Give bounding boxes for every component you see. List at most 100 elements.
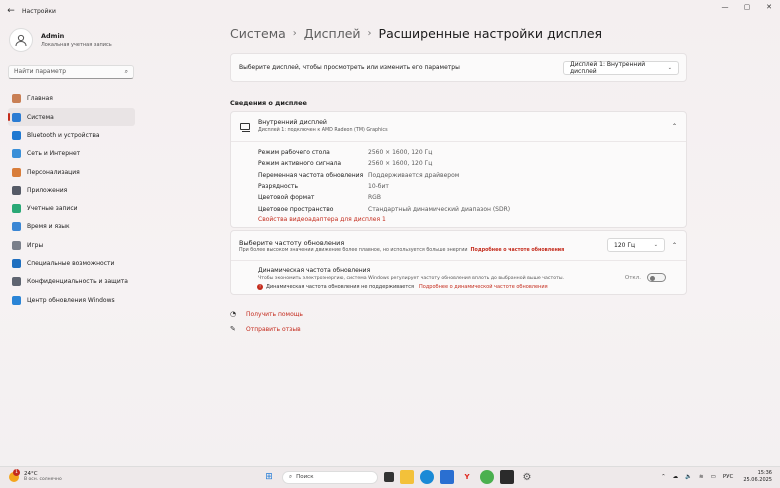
yandex-icon[interactable]: Y (460, 470, 474, 484)
edge-icon[interactable] (420, 470, 434, 484)
property-key: Режим активного сигнала (258, 160, 342, 168)
breadcrumb-separator: › (292, 28, 297, 39)
display-dropdown[interactable]: Дисплей 1: Внутренний дисплей ⌄ (563, 61, 679, 75)
help-icon: ◔ (230, 310, 237, 318)
weather-desc: В осн. солнечно (24, 477, 62, 482)
chevron-up-icon[interactable]: ⌃ (672, 123, 677, 130)
weather-widget[interactable]: 1 24°C В осн. солнечно (9, 468, 62, 482)
title-bar: ← Настройки — ▢ ✕ (0, 0, 780, 22)
get-help-link[interactable]: ◔ Получить помощь (230, 310, 303, 318)
back-arrow-icon[interactable]: ← (0, 6, 22, 16)
taskbar-search-label: Поиск (296, 474, 314, 480)
section-title: Сведения о дисплее (230, 99, 307, 107)
display-properties: Режим рабочего стола 2560 × 1600, 120 Гц Р… (258, 147, 510, 215)
refresh-rate-desc-text: При более высоком значении движение боле… (239, 248, 468, 253)
window-controls: — ▢ ✕ (714, 0, 780, 14)
settings-search-input[interactable]: Найти параметр ⌕ (8, 65, 134, 79)
breadcrumb-display[interactable]: Дисплей (304, 26, 361, 41)
breadcrumb-system[interactable]: Система (230, 26, 286, 41)
clock-time: 15:36 (757, 470, 772, 476)
property-key: Цветовой формат (258, 194, 315, 202)
toggle-state-label: Откл. (624, 274, 641, 281)
sidebar-item-3[interactable]: Сеть и Интернет (8, 145, 135, 163)
sidebar-item-9[interactable]: Специальные возможности (8, 255, 135, 273)
close-button[interactable]: ✕ (758, 0, 780, 14)
sidebar-item-label: Персонализация (27, 168, 80, 176)
wifi-icon[interactable]: ≋ (699, 474, 704, 480)
clock-date: 25.06.2025 (743, 477, 772, 483)
property-key: Переменная частота обновления (258, 171, 364, 179)
property-value: RGB (368, 194, 381, 202)
adapter-properties-link[interactable]: Свойства видеоадаптера для дисплея 1 (258, 216, 386, 223)
sidebar-item-8[interactable]: Игры (8, 236, 135, 254)
sidebar-item-5[interactable]: Приложения (8, 181, 135, 199)
feedback-icon: ✎ (230, 325, 236, 333)
error-icon: ! (257, 284, 263, 290)
minimize-button[interactable]: — (714, 0, 736, 14)
dynamic-refresh-section: Динамическая частота обновления Чтобы эк… (257, 267, 564, 290)
dynamic-refresh-title: Динамическая частота обновления (258, 267, 371, 274)
dynamic-refresh-toggle-wrap: Откл. (625, 273, 666, 282)
property-row: Режим активного сигнала 2560 × 1600, 120 … (258, 158, 510, 169)
file-explorer-icon[interactable] (400, 470, 414, 484)
refresh-rate-link[interactable]: Подробнее о частоте обновления (471, 248, 565, 253)
sidebar-item-0[interactable]: Главная (8, 90, 135, 108)
send-feedback-label: Отправить отзыв (246, 325, 301, 333)
get-help-label: Получить помощь (246, 310, 303, 318)
taskbar: 1 24°C В осн. солнечно ⊞ ⌕ Поиск Y ⚙ ⌃ ☁ … (0, 466, 780, 488)
dynamic-refresh-link[interactable]: Подробнее о динамической частоте обновле… (419, 284, 548, 290)
task-view-icon[interactable] (384, 472, 394, 482)
sidebar-item-label: Специальные возможности (27, 260, 115, 268)
taskbar-apps: ⊞ ⌕ Поиск Y ⚙ (262, 470, 540, 484)
display-info-header[interactable]: Внутренний дисплей Дисплей 1: подключен … (231, 112, 686, 142)
sidebar-item-7[interactable]: Время и язык (8, 218, 135, 236)
battery-icon[interactable]: ▭ (711, 474, 716, 480)
avatar (9, 28, 33, 52)
settings-window: ← Настройки — ▢ ✕ Admin Локальная учетна… (0, 0, 780, 466)
home-icon (12, 94, 21, 104)
property-row: Разрядность 10-бит (258, 181, 510, 192)
start-icon[interactable]: ⊞ (262, 470, 276, 484)
send-feedback-link[interactable]: ✎ Отправить отзыв (230, 325, 301, 333)
property-value: Стандартный динамический диапазон (SDR) (368, 205, 511, 213)
terminal-icon[interactable] (500, 470, 514, 484)
chevron-up-icon[interactable]: ⌃ (672, 242, 677, 249)
property-key: Разрядность (258, 183, 298, 191)
property-row: Цветовое пространство Стандартный динамич… (258, 203, 510, 214)
sidebar-item-4[interactable]: Персонализация (8, 163, 135, 181)
property-row: Режим рабочего стола 2560 × 1600, 120 Гц (258, 147, 510, 158)
sidebar-item-label: Система (27, 113, 54, 121)
breadcrumb-separator: › (367, 28, 372, 39)
user-name: Admin (41, 32, 65, 40)
accounts-icon (12, 204, 21, 214)
property-value: Поддерживается драйвером (368, 171, 460, 179)
refresh-rate-dropdown[interactable]: 120 Гц ⌄ (607, 238, 665, 252)
system-icon (12, 112, 21, 122)
property-value: 10-бит (368, 183, 389, 191)
volume-icon[interactable]: 🔈 (685, 474, 692, 480)
maximize-button[interactable]: ▢ (736, 0, 758, 14)
language-indicator[interactable]: РУС (723, 474, 734, 480)
user-profile[interactable]: Admin Локальная учетная запись (9, 28, 112, 52)
sidebar-item-2[interactable]: Bluetooth и устройства (8, 127, 135, 145)
sidebar-item-label: Время и язык (27, 223, 70, 231)
torrent-icon[interactable] (480, 470, 494, 484)
store-icon[interactable] (440, 470, 454, 484)
sidebar-nav: Главная Система Bluetooth и устройства Сеть… (8, 90, 135, 310)
sidebar-item-1[interactable]: Система (8, 108, 135, 127)
sidebar-item-label: Игры (27, 241, 44, 249)
brush-icon (12, 167, 21, 177)
search-icon: ⌕ (124, 68, 128, 75)
cloud-icon[interactable]: ☁ (673, 474, 679, 480)
settings-gear-icon[interactable]: ⚙ (520, 470, 534, 484)
sidebar-item-6[interactable]: Учетные записи (8, 200, 135, 218)
taskbar-search[interactable]: ⌕ Поиск (282, 470, 378, 484)
chevron-up-icon[interactable]: ⌃ (661, 474, 666, 480)
dynamic-refresh-toggle[interactable] (647, 273, 666, 282)
sidebar-item-label: Bluetooth и устройства (27, 131, 100, 139)
sidebar-item-label: Приложения (27, 186, 68, 194)
clock[interactable]: 15:36 25.06.2025 (743, 470, 772, 484)
sidebar-item-11[interactable]: Центр обновления Windows (8, 291, 135, 309)
sidebar-item-10[interactable]: Конфиденциальность и защита (8, 273, 135, 291)
shield-icon (12, 277, 21, 287)
